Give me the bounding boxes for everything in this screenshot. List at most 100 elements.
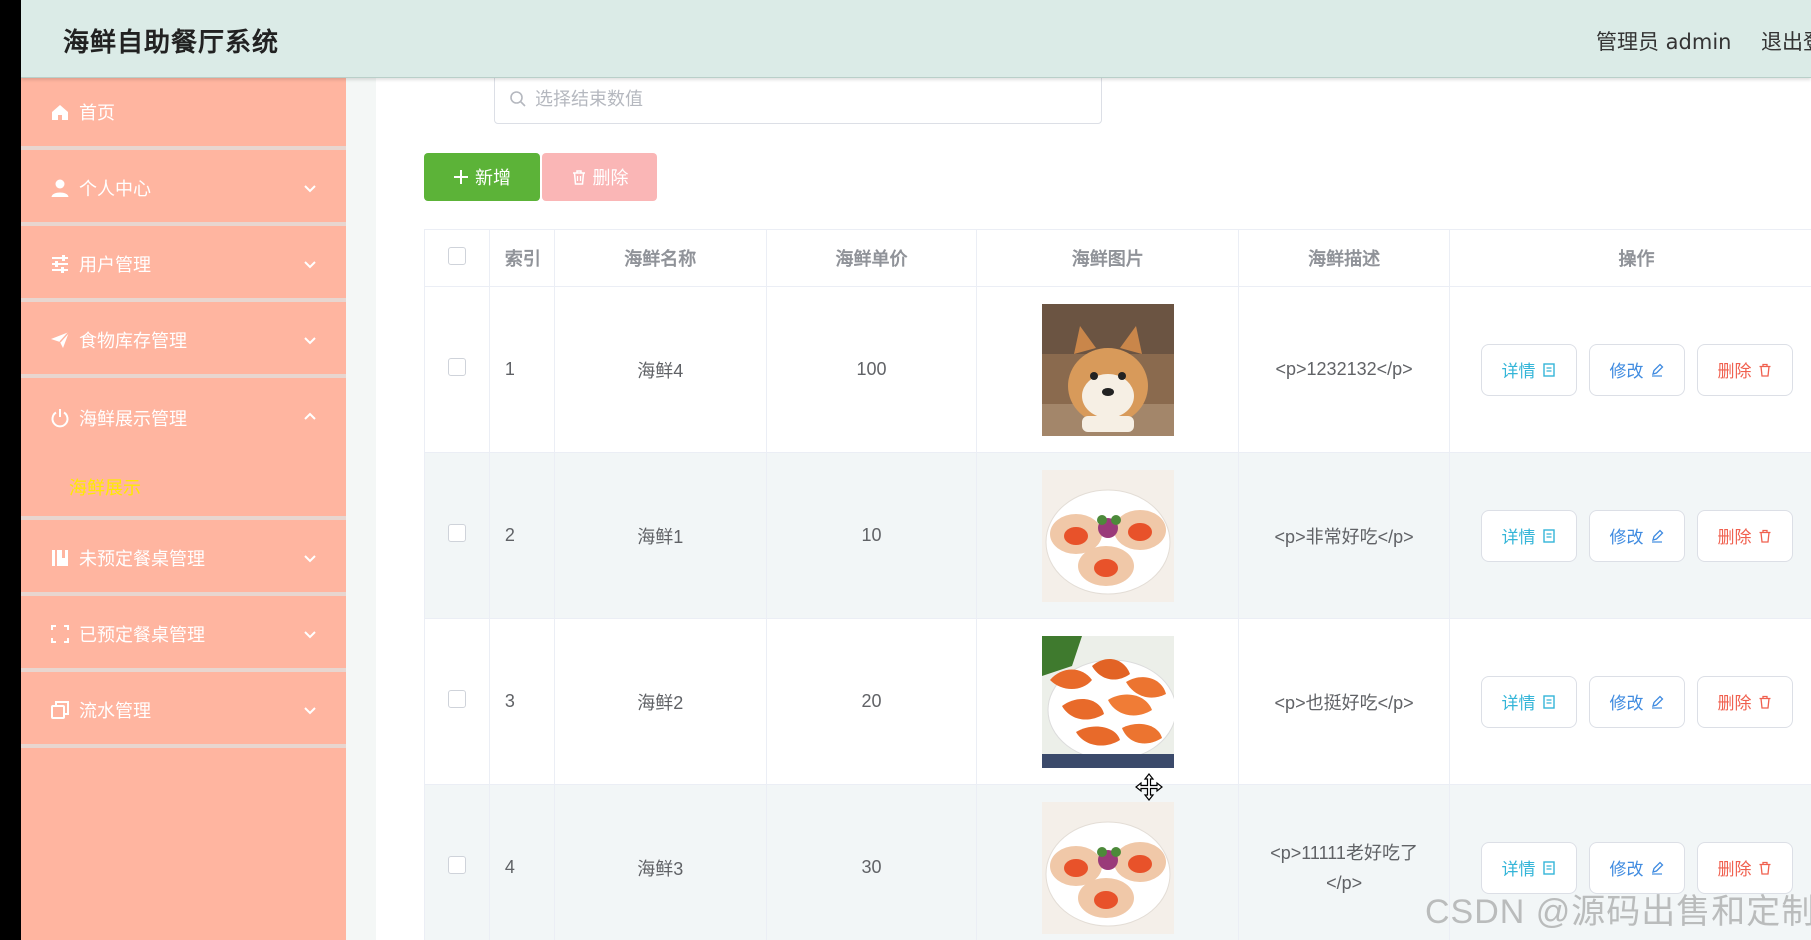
chevron-down-icon — [304, 185, 316, 193]
home-icon — [49, 101, 71, 123]
column-header: 海鲜名称 — [553, 229, 767, 287]
power-icon — [49, 407, 71, 429]
row-index: 3 — [488, 618, 555, 785]
sidebar-item-seafood[interactable]: 海鲜展示管理 — [21, 382, 346, 454]
delete-row-button[interactable]: 删除 — [1696, 675, 1793, 728]
add-button-label: 新增 — [475, 168, 511, 189]
delete-label: 删除 — [1717, 860, 1752, 879]
table-row: 3 海鲜2 20 <p>也挺好吃</p> 详情 修改 删除 — [424, 618, 1811, 785]
sliders-icon — [49, 253, 71, 275]
edit-button[interactable]: 修改 — [1588, 343, 1685, 396]
chevron-down-icon — [304, 707, 316, 715]
top-header: 海鲜自助餐厅系统 管理员 admin 退出登 — [21, 0, 1811, 78]
table-row: 2 海鲜1 10 <p>非常好吃</p> 详情 修改 删除 — [424, 452, 1811, 619]
row-image-cell — [976, 286, 1240, 453]
chevron-down-icon — [304, 555, 316, 563]
row-checkbox[interactable] — [447, 690, 466, 708]
row-description: <p>11111老好吃了</p> — [1238, 784, 1451, 940]
column-header: 海鲜单价 — [765, 229, 978, 287]
trash-icon — [1758, 363, 1772, 377]
row-price: 20 — [765, 618, 978, 785]
table-header-row: 索引 海鲜名称 海鲜单价 海鲜图片 海鲜描述 操作 — [424, 229, 1811, 287]
detail-label: 详情 — [1501, 860, 1536, 879]
row-index: 4 — [488, 784, 555, 940]
row-name: 海鲜2 — [553, 618, 767, 785]
search-input[interactable] — [535, 83, 1075, 115]
trash-icon — [1758, 695, 1772, 709]
row-checkbox-cell — [424, 452, 490, 619]
plus-icon — [453, 169, 469, 185]
row-checkbox[interactable] — [447, 358, 466, 376]
sidebar-item-reserved[interactable]: 已预定餐桌管理 — [21, 600, 346, 672]
sidebar-item-unreserved[interactable]: 未预定餐桌管理 — [21, 524, 346, 596]
sidebar-item-users[interactable]: 用户管理 — [21, 230, 346, 302]
sidebar: 首页 个人中心 用户管理 食物库存管理 海鲜展示管理 海鲜展示 未预定餐桌管理 … — [21, 78, 346, 940]
csdn-watermark: CSDN @源码出售和定制 — [1425, 893, 1811, 931]
delete-label: 删除 — [1717, 694, 1752, 713]
row-checkbox[interactable] — [447, 524, 466, 542]
main-content: 新增 删除 索引 海鲜名称 海鲜单价 — [346, 74, 1811, 940]
sidebar-item-label: 已预定餐桌管理 — [79, 625, 205, 646]
edit-button[interactable]: 修改 — [1588, 675, 1685, 728]
row-checkbox-cell — [424, 618, 490, 785]
pencil-icon — [1650, 861, 1664, 875]
delete-row-button[interactable]: 删除 — [1696, 343, 1793, 396]
chevron-down-icon — [304, 337, 316, 345]
detail-button[interactable]: 详情 — [1480, 509, 1577, 562]
document-icon — [1542, 528, 1556, 543]
sidebar-item-profile[interactable]: 个人中心 — [21, 154, 346, 226]
trash-icon — [571, 169, 587, 185]
end-value-search[interactable] — [494, 74, 1102, 124]
sidebar-item-inventory[interactable]: 食物库存管理 — [21, 306, 346, 378]
logout-link[interactable]: 退出登 — [1761, 26, 1811, 56]
copy-icon — [49, 699, 71, 721]
sidebar-subitem-seafood-display[interactable]: 海鲜展示 — [21, 458, 346, 520]
delete-button-label: 删除 — [592, 168, 629, 189]
delete-label: 删除 — [1717, 362, 1752, 381]
admin-user-label: 管理员 admin — [1596, 30, 1732, 54]
batch-delete-button[interactable]: 删除 — [542, 153, 657, 201]
detail-label: 详情 — [1501, 362, 1536, 381]
document-icon — [1542, 362, 1556, 377]
sidebar-item-label: 个人中心 — [79, 179, 151, 200]
select-all-checkbox[interactable] — [447, 246, 466, 265]
document-icon — [1542, 860, 1556, 875]
scallop-photo — [1041, 469, 1174, 602]
row-name: 海鲜1 — [553, 452, 767, 619]
sidebar-item-label: 未预定餐桌管理 — [79, 549, 205, 570]
scan-icon — [49, 623, 71, 645]
select-all-cell — [424, 229, 490, 287]
add-button[interactable]: 新增 — [424, 153, 540, 201]
row-checkbox-cell — [424, 784, 490, 940]
row-index: 2 — [488, 452, 555, 619]
edit-button[interactable]: 修改 — [1588, 509, 1685, 562]
row-image-cell — [976, 618, 1240, 785]
document-icon — [1542, 694, 1556, 709]
row-index: 1 — [488, 286, 555, 453]
detail-label: 详情 — [1501, 528, 1536, 547]
detail-button[interactable]: 详情 — [1480, 343, 1577, 396]
pencil-icon — [1650, 529, 1664, 543]
detail-button[interactable]: 详情 — [1480, 675, 1577, 728]
row-description: <p>1232132</p> — [1238, 286, 1451, 453]
row-actions: 详情 修改 删除 — [1449, 286, 1811, 453]
row-image-cell — [976, 784, 1240, 940]
row-name: 海鲜4 — [553, 286, 767, 453]
delete-row-button[interactable]: 删除 — [1696, 509, 1793, 562]
search-icon — [510, 91, 526, 107]
user-icon — [49, 177, 71, 199]
row-description: <p>非常好吃</p> — [1238, 452, 1451, 619]
app-window: 海鲜自助餐厅系统 管理员 admin 退出登 首页 个人中心 用户管理 — [21, 0, 1811, 940]
row-price: 10 — [765, 452, 978, 619]
move-cursor-icon — [1135, 773, 1163, 801]
sidebar-item-label: 首页 — [79, 103, 115, 124]
seafood-table: 索引 海鲜名称 海鲜单价 海鲜图片 海鲜描述 操作 1 海鲜4 100 <p>1… — [424, 229, 1811, 940]
sidebar-item-home[interactable]: 首页 — [21, 78, 346, 150]
sidebar-item-label: 流水管理 — [79, 701, 151, 722]
row-checkbox[interactable] — [447, 856, 466, 874]
trash-icon — [1758, 861, 1772, 875]
sidebar-item-transactions[interactable]: 流水管理 — [21, 676, 346, 748]
book-icon — [49, 547, 71, 569]
row-description: <p>也挺好吃</p> — [1238, 618, 1451, 785]
chevron-down-icon — [304, 261, 316, 269]
